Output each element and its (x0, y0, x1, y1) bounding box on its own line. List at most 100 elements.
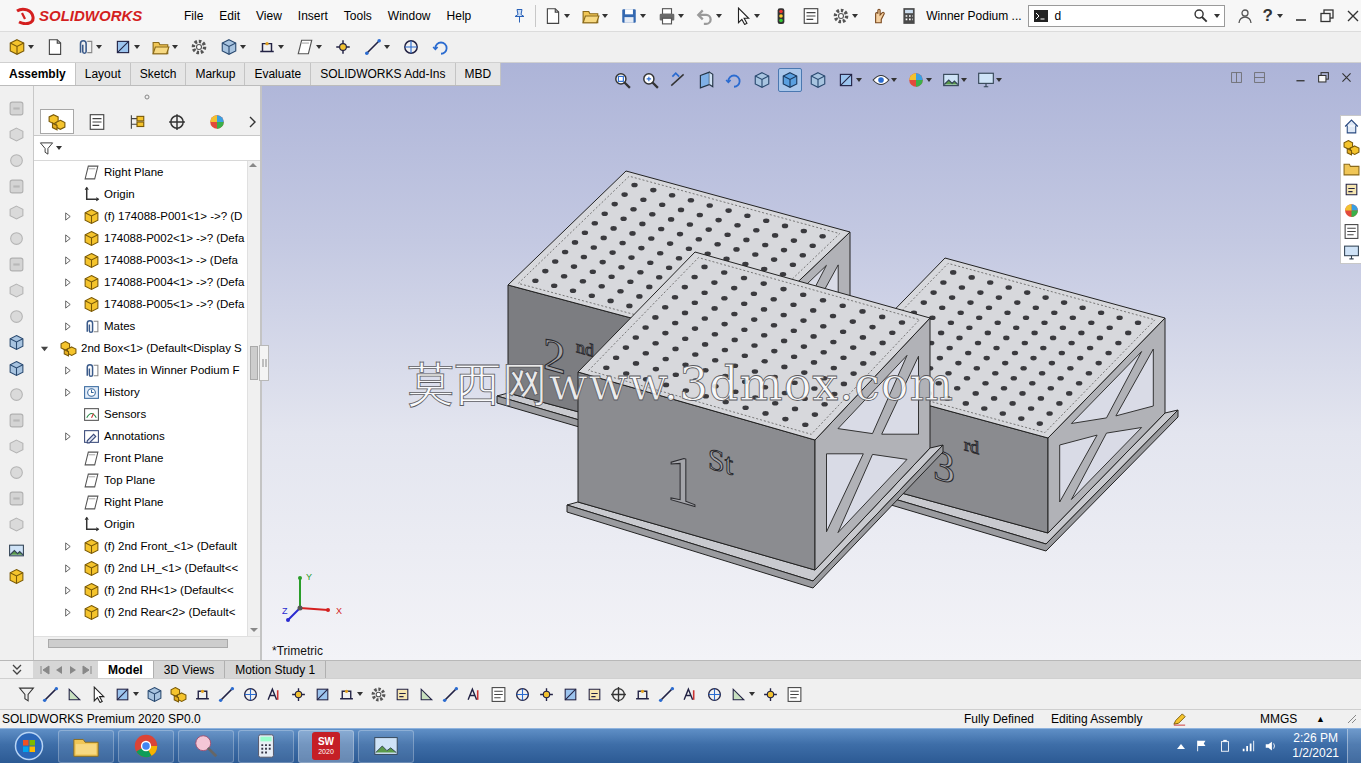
selection-filter-icon[interactable] (66, 686, 83, 703)
assembly-features-icon[interactable] (258, 38, 276, 56)
selection-filter-icon[interactable] (706, 686, 723, 703)
taskbar-app[interactable]: SW2020 (298, 730, 354, 763)
graphics-area[interactable]: 2nd3rd1St莫西网www.3dmox.comYXZ*Trimetric (262, 63, 1361, 660)
view-tool-button[interactable] (750, 68, 774, 92)
expander-icon[interactable] (63, 608, 72, 617)
tab-nav-arrow-icon[interactable] (82, 665, 92, 675)
property-manager-icon[interactable] (88, 113, 106, 131)
smart-fasteners-icon[interactable] (152, 38, 170, 56)
dropdown-arrow-icon[interactable] (357, 692, 363, 696)
filter-icon[interactable] (39, 141, 54, 156)
taskbar-app[interactable] (118, 730, 174, 763)
tree-item-label[interactable]: Origin (104, 188, 135, 200)
view-tool-button[interactable] (638, 68, 662, 92)
dimxpert-icon[interactable] (168, 113, 186, 131)
tree-item-label[interactable]: Front Plane (104, 452, 163, 464)
selection-filter-icon[interactable] (762, 686, 779, 703)
tree-item[interactable]: 174088-P002<1> ->? (Defa (34, 227, 247, 249)
volume-icon[interactable] (1264, 739, 1278, 753)
tab-nav-arrow-icon[interactable] (40, 665, 50, 675)
split-horizontal-icon[interactable] (1253, 71, 1266, 84)
new-motion-icon[interactable] (334, 38, 352, 56)
expander-icon[interactable] (40, 344, 49, 353)
tab-nav-arrow-icon[interactable] (54, 665, 64, 675)
bottom-tab[interactable]: Model (98, 661, 154, 678)
reference-geometry-icon[interactable] (296, 38, 314, 56)
tree-item-label[interactable]: Top Plane (104, 474, 155, 486)
dropdown-arrow-icon[interactable] (749, 692, 755, 696)
tree-item[interactable]: Top Plane (34, 469, 247, 491)
expander-icon[interactable] (63, 542, 72, 551)
linear-pattern-icon[interactable] (114, 38, 132, 56)
feature-manager-icon[interactable] (48, 113, 66, 131)
print-icon[interactable] (658, 7, 676, 25)
panel-splitter[interactable] (259, 345, 269, 381)
home-icon[interactable] (1343, 118, 1360, 135)
menu-item[interactable]: Edit (211, 6, 248, 26)
tree-item[interactable]: Annotations (34, 425, 247, 447)
view-settings-icon[interactable] (977, 71, 995, 89)
panel-tab[interactable] (80, 109, 114, 134)
selection-filter-icon[interactable] (18, 686, 35, 703)
selection-filter-icon[interactable] (514, 686, 531, 703)
tree-item[interactable]: History (34, 381, 247, 403)
more-tabs-chevron-icon[interactable] (248, 116, 256, 128)
tree-item[interactable]: Right Plane (34, 491, 247, 513)
tab-nav-arrow-icon[interactable] (68, 665, 78, 675)
forum-icon[interactable] (1343, 244, 1360, 261)
save-icon[interactable] (620, 7, 638, 25)
dropdown-arrow-icon[interactable] (1214, 14, 1220, 18)
photo-viewer-icon[interactable] (372, 732, 400, 760)
selection-filter-icon[interactable] (146, 686, 163, 703)
selection-filter-icon[interactable] (730, 686, 747, 703)
unit-system[interactable]: MMGS (1260, 712, 1316, 726)
configuration-manager-icon[interactable] (128, 113, 146, 131)
open-folder-icon[interactable] (582, 7, 600, 25)
panel-tab[interactable] (40, 109, 74, 134)
appearances-icon[interactable] (1343, 202, 1360, 219)
menu-item[interactable]: Insert (290, 6, 336, 26)
tree-item[interactable]: (f) 2nd Front_<1> (Default (34, 535, 247, 557)
selection-filter-icon[interactable] (562, 686, 579, 703)
shaded-icon[interactable] (809, 71, 827, 89)
dynamic-annotation-icon[interactable] (725, 71, 743, 89)
tree-item[interactable]: Origin (34, 513, 247, 535)
start-button[interactable] (0, 731, 58, 761)
first-podium-box[interactable]: 1St (567, 252, 943, 588)
viewport-restore-icon[interactable] (1317, 71, 1330, 84)
zoom-to-fit-icon[interactable] (613, 71, 631, 89)
selection-filter-icon[interactable] (194, 686, 211, 703)
selection-filter-icon[interactable] (42, 686, 59, 703)
custom-properties-icon[interactable] (1343, 223, 1360, 240)
file-explorer-icon[interactable] (1343, 160, 1360, 177)
tree-item-label[interactable]: (f) 2nd Rear<2> (Default< (104, 606, 235, 618)
select-pointer-icon[interactable] (734, 7, 752, 25)
rebuild-light-icon[interactable] (772, 7, 790, 25)
chrome-icon[interactable] (132, 732, 160, 760)
selection-filter-icon[interactable] (658, 686, 675, 703)
dropdown-arrow-icon[interactable] (754, 14, 760, 18)
dropdown-arrow-icon[interactable] (716, 14, 722, 18)
taskbar-app[interactable] (178, 730, 234, 763)
display-manager-icon[interactable] (208, 113, 226, 131)
tree-item-label[interactable]: 174088-P003<1> -> (Defa (104, 254, 238, 266)
dropdown-arrow-icon[interactable] (602, 14, 608, 18)
command-tab[interactable]: MBD (456, 63, 502, 85)
hide-show-items-icon[interactable] (872, 71, 890, 89)
selection-filter-icon[interactable] (586, 686, 603, 703)
calculator-icon[interactable] (900, 7, 918, 25)
view-tool-button[interactable] (722, 68, 746, 92)
scroll-down-icon[interactable] (249, 626, 259, 634)
selection-filter-icon[interactable] (242, 686, 259, 703)
mate-icon[interactable] (76, 38, 94, 56)
options-gear-icon[interactable] (832, 7, 850, 25)
dropdown-arrow-icon[interactable] (852, 14, 858, 18)
restore-icon[interactable] (1319, 8, 1335, 24)
view-tool-button[interactable] (939, 68, 970, 92)
windows-start-icon[interactable] (14, 731, 44, 761)
taskbar-app[interactable] (238, 730, 294, 763)
tree-item-label[interactable]: Annotations (104, 430, 165, 442)
hide-show-icon[interactable] (46, 38, 64, 56)
show-desktop-button[interactable] (1347, 729, 1361, 763)
command-tab[interactable]: Sketch (131, 63, 187, 85)
